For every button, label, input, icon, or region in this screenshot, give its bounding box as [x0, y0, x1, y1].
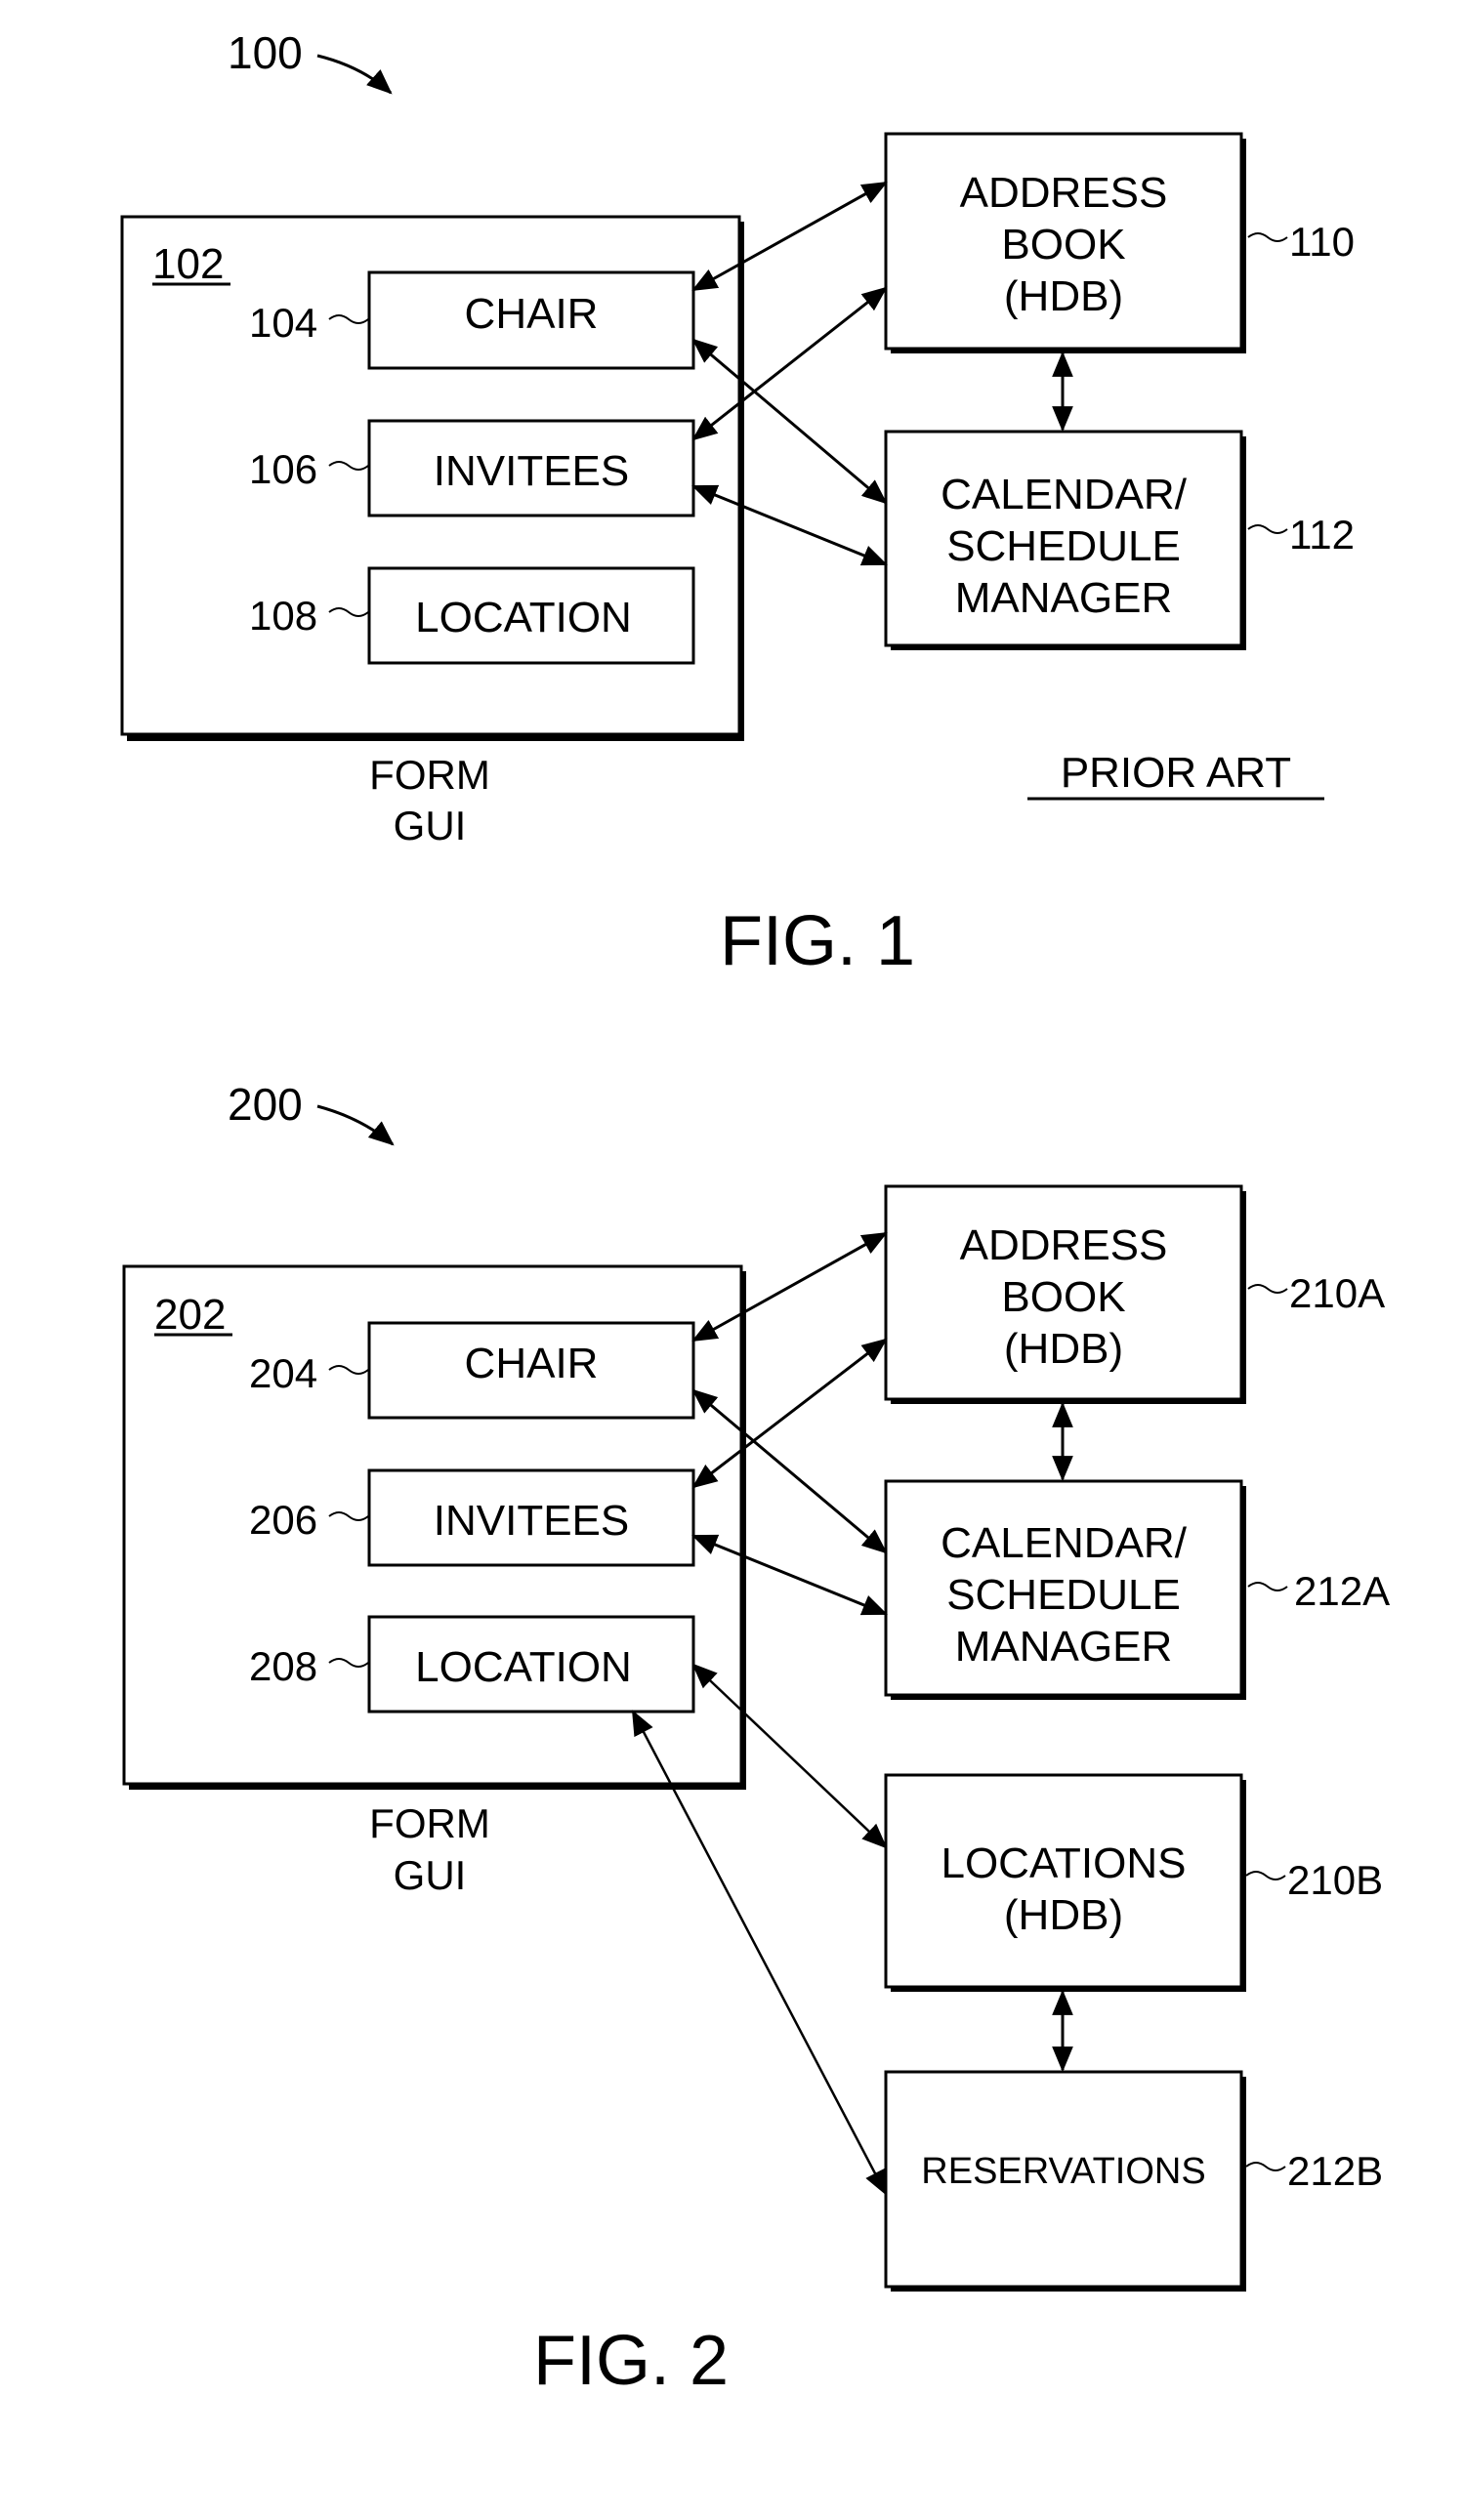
- module-ref-label: 210B: [1287, 1857, 1383, 1903]
- field-ref-label: 208: [249, 1643, 317, 1689]
- module-line: ADDRESS: [960, 1221, 1168, 1269]
- field-ref-label: 206: [249, 1497, 317, 1543]
- module-line: LOCATIONS: [941, 1839, 1186, 1887]
- module-calendar-schedule-manager: CALENDAR/ SCHEDULE MANAGER 112: [884, 430, 1355, 650]
- module-locations: LOCATIONS (HDB) 210B: [884, 1773, 1383, 1992]
- module-calendar-schedule-manager: CALENDAR/ SCHEDULE MANAGER 212A: [884, 1479, 1390, 1700]
- form-ref-label: 202: [154, 1291, 226, 1339]
- field-ref-label: 104: [249, 300, 317, 346]
- form-gui-label-line2: GUI: [394, 803, 467, 848]
- figure-ref-label: 100: [228, 27, 303, 78]
- tilde-leader-icon: [1247, 232, 1288, 242]
- module-line: RESERVATIONS: [921, 2151, 1205, 2192]
- module-ref-label: 212B: [1287, 2148, 1383, 2194]
- tilde-leader-icon: [1247, 1582, 1288, 1591]
- tilde-leader-icon: [1247, 1284, 1288, 1294]
- field-label: INVITEES: [434, 1497, 630, 1545]
- module-ref-label: 112: [1289, 512, 1355, 558]
- module-line: BOOK: [1001, 1273, 1125, 1321]
- form-gui-box: 202 204 CHAIR 206 INVITEES 208 LOCATION: [122, 1264, 746, 1790]
- field-ref-label: 204: [249, 1350, 317, 1396]
- connector-location-reservations: [631, 1710, 888, 2196]
- figure-2: 200 202 204 CHAIR 206 INVITEES 208 LOCAT…: [122, 1079, 1390, 2400]
- tilde-leader-icon: [1245, 2162, 1286, 2171]
- figure-caption: FIG. 1: [720, 902, 915, 980]
- module-line: SCHEDULE: [946, 1571, 1181, 1619]
- tilde-leader-icon: [1245, 1871, 1286, 1880]
- form-gui-box: 102 104 CHAIR 106 INVITEES 108 LOCATION: [120, 215, 744, 741]
- module-reservations: RESERVATIONS 212B: [884, 2070, 1383, 2292]
- module-line: CALENDAR/: [941, 471, 1188, 518]
- module-line: MANAGER: [955, 1623, 1172, 1671]
- field-ref-label: 108: [249, 593, 317, 639]
- module-line: ADDRESS: [960, 169, 1168, 217]
- figure-ref-arrow-icon: [316, 54, 393, 95]
- module-ref-label: 210A: [1289, 1270, 1385, 1316]
- module-address-book: ADDRESS BOOK (HDB) 210A: [884, 1184, 1385, 1404]
- module-line: MANAGER: [955, 574, 1172, 622]
- patent-drawing-sheet: 100 102 104 CHAIR 106 INVITEES 108 LOCAT…: [120, 27, 1390, 2400]
- module-ref-label: 110: [1289, 219, 1355, 265]
- prior-art-label: PRIOR ART: [1061, 749, 1291, 797]
- field-label: CHAIR: [465, 290, 599, 338]
- field-label: INVITEES: [434, 447, 630, 495]
- module-line: CALENDAR/: [941, 1519, 1188, 1567]
- figure-ref-arrow-icon: [316, 1104, 395, 1146]
- module-line: BOOK: [1001, 221, 1125, 269]
- field-label: LOCATION: [415, 1643, 632, 1691]
- form-gui-label-line2: GUI: [394, 1852, 467, 1898]
- module-line: (HDB): [1004, 272, 1123, 320]
- figure-1: 100 102 104 CHAIR 106 INVITEES 108 LOCAT…: [120, 27, 1355, 980]
- module-address-book: ADDRESS BOOK (HDB) 110: [884, 132, 1355, 353]
- tilde-leader-icon: [1247, 524, 1288, 534]
- module-line: (HDB): [1004, 1891, 1123, 1939]
- form-ref-label: 102: [152, 240, 224, 288]
- figure-caption: FIG. 2: [533, 2322, 729, 2400]
- module-ref-label: 212A: [1294, 1568, 1390, 1614]
- form-gui-label-line1: FORM: [369, 1800, 490, 1846]
- form-gui-label-line1: FORM: [369, 752, 490, 798]
- field-ref-label: 106: [249, 446, 317, 492]
- module-line: (HDB): [1004, 1325, 1123, 1373]
- module-line: SCHEDULE: [946, 522, 1181, 570]
- field-label: LOCATION: [415, 594, 632, 641]
- field-label: CHAIR: [465, 1340, 599, 1387]
- figure-ref-label: 200: [228, 1079, 303, 1130]
